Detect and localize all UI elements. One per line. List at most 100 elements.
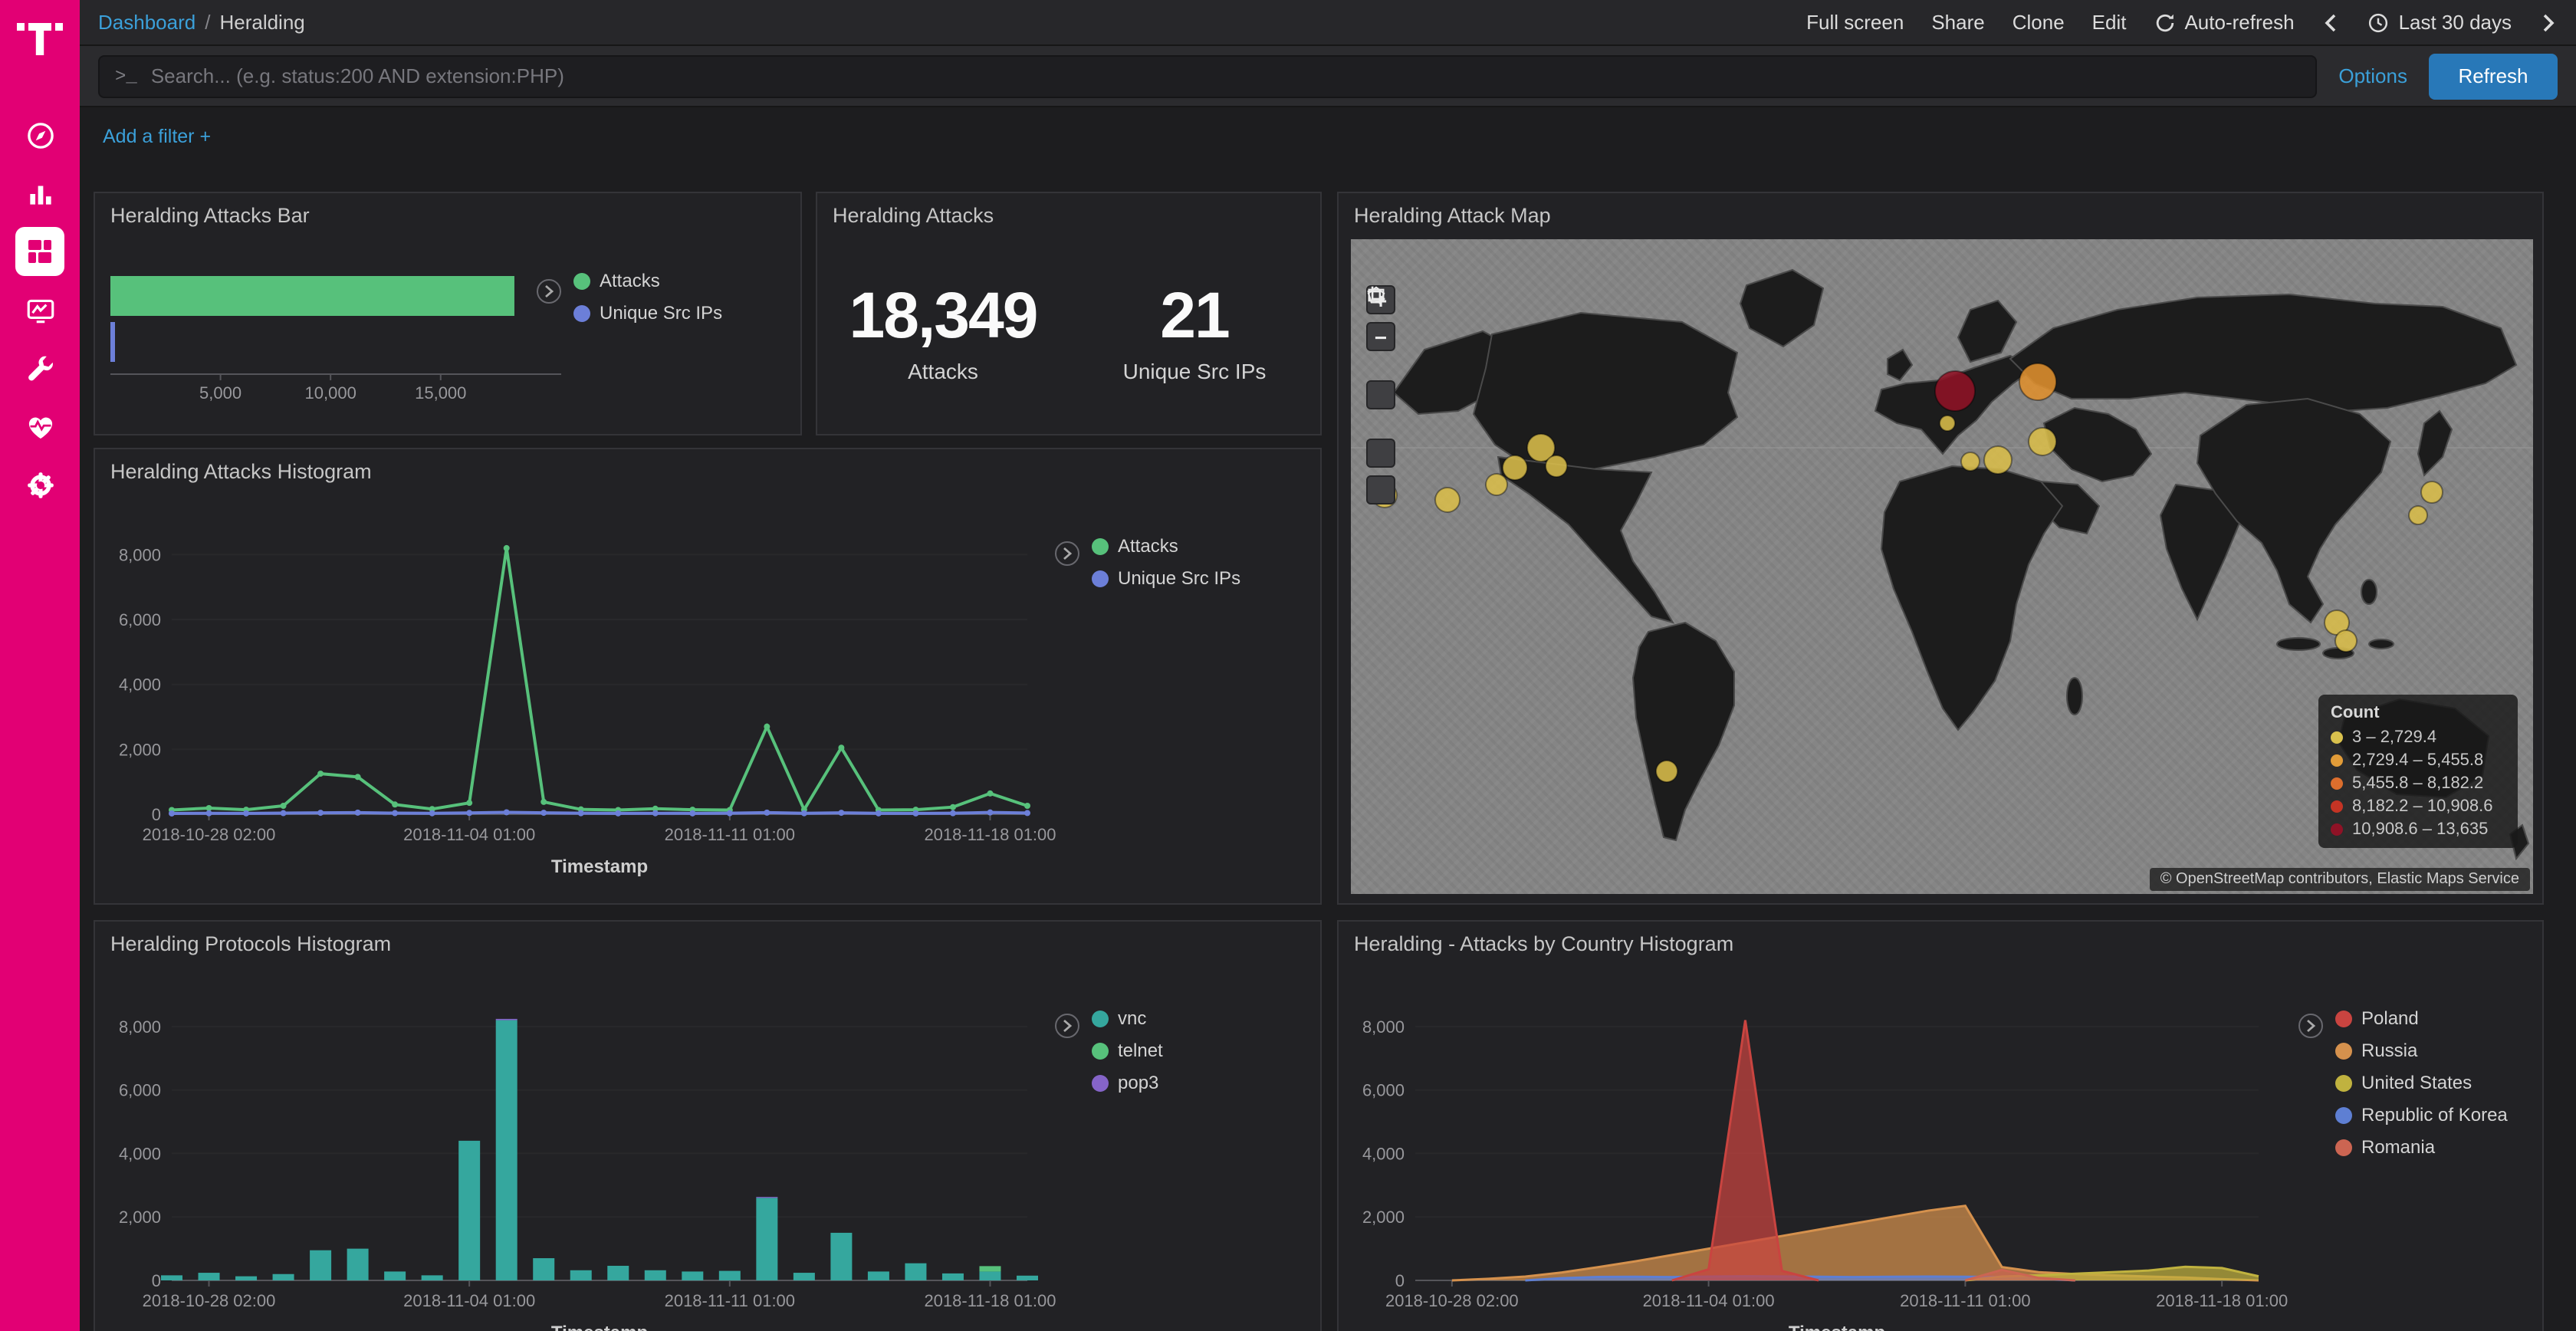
svg-text:4,000: 4,000 (119, 675, 161, 695)
search-input[interactable] (151, 64, 2301, 87)
auto-refresh-button[interactable]: Auto-refresh (2154, 11, 2294, 34)
legend-dot (2335, 1139, 2352, 1155)
legend-toggle-button[interactable] (2298, 1014, 2323, 1038)
svg-text:8,000: 8,000 (119, 545, 161, 564)
time-back-button[interactable] (2322, 12, 2341, 33)
metric-attacks: 18,349 Attacks (817, 279, 1069, 383)
legend-item[interactable]: United States (2335, 1072, 2508, 1093)
legend-label: vnc (1118, 1007, 1146, 1029)
time-forward-button[interactable] (2539, 12, 2558, 33)
legend-item[interactable]: Attacks (573, 270, 722, 291)
svg-text:10,000: 10,000 (305, 383, 356, 403)
svg-text:2018-11-18 01:00: 2018-11-18 01:00 (924, 825, 1056, 844)
world-map[interactable]: + − (1351, 239, 2533, 894)
svg-text:2018-10-28 02:00: 2018-10-28 02:00 (143, 1291, 276, 1310)
legend-item[interactable]: Russia (2335, 1040, 2508, 1061)
svg-text:2018-11-11 01:00: 2018-11-11 01:00 (1900, 1291, 2030, 1310)
zoom-out-button[interactable]: − (1366, 322, 1395, 351)
protocols-histogram-chart[interactable]: 02,0004,0006,0008,0002018-10-28 02:00201… (95, 961, 1138, 1331)
breadcrumb-dashboard-link[interactable]: Dashboard (98, 11, 196, 34)
legend-item[interactable]: Poland (2335, 1007, 2508, 1029)
map-legend-dot (2331, 754, 2343, 767)
svg-text:2018-10-28 02:00: 2018-10-28 02:00 (1385, 1291, 1519, 1310)
legend-dot (573, 304, 590, 321)
legend-item[interactable]: Republic of Korea (2335, 1104, 2508, 1126)
legend-label: Unique Src IPs (600, 302, 722, 324)
svg-text:2018-11-18 01:00: 2018-11-18 01:00 (924, 1291, 1056, 1310)
breadcrumb: Dashboard / Heralding (98, 11, 305, 34)
legend-item[interactable]: vnc (1092, 1007, 1163, 1029)
refresh-icon (2154, 12, 2175, 33)
full-screen-button[interactable]: Full screen (1806, 11, 1904, 34)
map-count-legend: Count 3 – 2,729.42,729.4 – 5,455.85,455.… (2318, 695, 2518, 848)
legend-item[interactable]: pop3 (1092, 1072, 1163, 1093)
legend-toggle-button[interactable] (537, 279, 561, 304)
panel-heralding-attacks-histogram: Heralding Attacks Histogram 02,0004,0006… (94, 448, 1322, 905)
clone-button[interactable]: Clone (2013, 11, 2065, 34)
chart-legend: Attacks Unique Src IPs (1092, 535, 1240, 589)
gear-icon (24, 468, 56, 501)
sidebar-item-monitoring[interactable] (0, 397, 80, 455)
svg-text:Timestamp: Timestamp (551, 856, 648, 877)
svg-text:2018-11-04 01:00: 2018-11-04 01:00 (1643, 1291, 1775, 1310)
map-legend-label: 3 – 2,729.4 (2352, 728, 2436, 747)
legend-item[interactable]: Unique Src IPs (573, 302, 722, 324)
legend-dot (1092, 1074, 1109, 1091)
sidebar-item-dev-tools[interactable] (0, 339, 80, 397)
options-link[interactable]: Options (2338, 64, 2407, 87)
svg-text:4,000: 4,000 (119, 1144, 161, 1163)
edit-button[interactable]: Edit (2092, 11, 2127, 34)
refresh-button[interactable]: Refresh (2429, 53, 2558, 99)
legend-toggle-button[interactable] (1055, 541, 1079, 566)
add-filter-link[interactable]: Add a filter + (103, 126, 211, 147)
legend-item[interactable]: telnet (1092, 1040, 1163, 1061)
panel-heralding-protocols-histogram: Heralding Protocols Histogram 02,0004,00… (94, 920, 1322, 1331)
legend-dot (1092, 1010, 1109, 1027)
app-navigation (0, 106, 80, 514)
legend-toggle-button[interactable] (1055, 1014, 1079, 1038)
chevron-right-icon (2305, 1018, 2317, 1034)
chart-legend: Attacks Unique Src IPs (573, 270, 722, 324)
legend-dot (2335, 1042, 2352, 1059)
breadcrumb-separator: / (205, 11, 210, 34)
top-nav: Dashboard / Heralding Full screen Share … (80, 0, 2576, 46)
sidebar-item-timelion[interactable] (0, 281, 80, 339)
svg-text:5,000: 5,000 (199, 383, 242, 403)
svg-text:0: 0 (152, 805, 161, 824)
legend-item[interactable]: Unique Src IPs (1092, 567, 1240, 589)
sidebar-item-dashboard[interactable] (0, 222, 80, 281)
panel-heralding-attack-map: Heralding Attack Map (1337, 192, 2544, 905)
kibana-app: Dashboard / Heralding Full screen Share … (0, 0, 2576, 1331)
legend-dot (1092, 1042, 1109, 1059)
auto-refresh-label: Auto-refresh (2184, 11, 2294, 34)
legend-dot (1092, 570, 1109, 587)
legend-item[interactable]: Attacks (1092, 535, 1240, 557)
svg-text:4,000: 4,000 (1362, 1144, 1405, 1163)
filter-bar: Add a filter + (80, 107, 2576, 166)
draw-polygon-button[interactable] (1366, 439, 1395, 468)
country-histogram-chart[interactable]: 02,0004,0006,0008,0002018-10-28 02:00201… (1339, 961, 2320, 1331)
breadcrumb-current: Heralding (219, 11, 304, 34)
map-legend-dot (2331, 731, 2343, 744)
attacks-histogram-chart[interactable]: 02,0004,0006,0008,0002018-10-28 02:00201… (95, 489, 1138, 888)
map-legend-item: 10,908.6 – 13,635 (2331, 820, 2505, 839)
legend-label: Unique Src IPs (1118, 567, 1240, 589)
legend-item[interactable]: Romania (2335, 1136, 2508, 1158)
sidebar-item-management[interactable] (0, 455, 80, 514)
time-range-button[interactable]: Last 30 days (2368, 11, 2512, 34)
legend-label: United States (2361, 1072, 2472, 1093)
chevron-left-icon (2322, 12, 2341, 33)
map-legend-item: 5,455.8 – 8,182.2 (2331, 774, 2505, 793)
share-button[interactable]: Share (1931, 11, 1984, 34)
sidebar-item-discover[interactable] (0, 106, 80, 164)
telekom-logo[interactable] (17, 14, 63, 63)
draw-rectangle-button[interactable] (1366, 475, 1395, 504)
bounding-box-filter-button[interactable] (1366, 380, 1395, 409)
query-bar: >_ Options Refresh (80, 46, 2576, 107)
legend-dot (1092, 537, 1109, 554)
bar-chart-icon (24, 177, 56, 209)
map-legend-item: 8,182.2 – 10,908.6 (2331, 797, 2505, 816)
map-legend-dot (2331, 777, 2343, 790)
sidebar-item-visualize[interactable] (0, 164, 80, 222)
attacks-bar-chart[interactable]: 5,00010,00015,000 (95, 233, 803, 435)
